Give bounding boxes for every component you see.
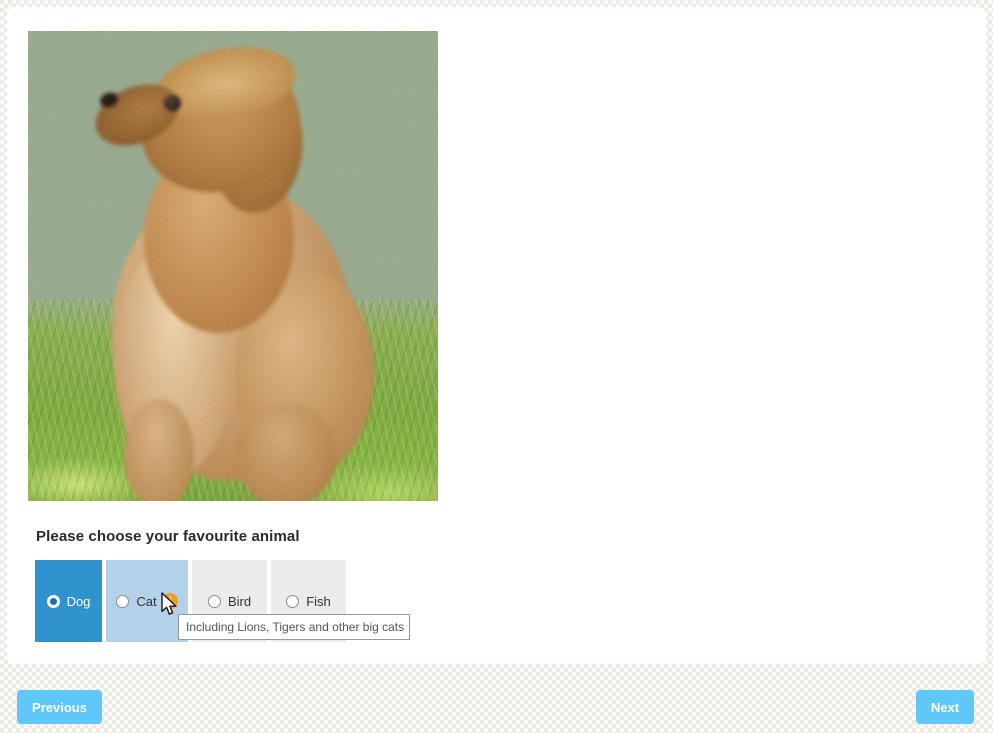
question-title: Please choose your favourite animal <box>36 528 300 545</box>
next-button[interactable]: Next <box>916 690 974 724</box>
option-dog-label: Dog <box>66 593 91 609</box>
option-cat[interactable]: Cat i <box>106 560 188 642</box>
radio-bird[interactable] <box>207 594 221 608</box>
radio-dog[interactable] <box>46 594 60 608</box>
info-icon[interactable]: i <box>161 593 178 609</box>
option-bird-label: Bird <box>227 593 252 609</box>
survey-card: Please choose your favourite animal Dog … <box>7 7 986 664</box>
question-image <box>28 31 438 501</box>
option-cat-label: Cat <box>136 593 157 609</box>
info-tooltip: Including Lions, Tigers and other big ca… <box>178 614 410 640</box>
photo-dog-subject <box>28 31 438 501</box>
radio-fish[interactable] <box>286 594 300 608</box>
option-fish-label: Fish <box>306 593 331 609</box>
radio-cat[interactable] <box>116 594 130 608</box>
previous-button[interactable]: Previous <box>17 690 102 724</box>
option-dog[interactable]: Dog <box>35 560 102 642</box>
